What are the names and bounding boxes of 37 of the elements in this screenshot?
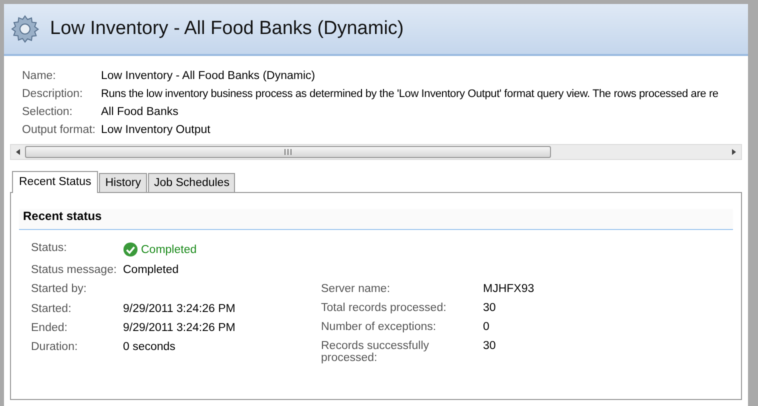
- tab[interactable]: Job Schedules: [148, 173, 236, 192]
- section-title: Recent status: [19, 209, 733, 230]
- field-label: Started by:: [31, 283, 88, 296]
- field-label: Number of exceptions:: [321, 321, 438, 333]
- status-value: Completed: [141, 244, 197, 256]
- field-label: Ended:: [31, 322, 68, 334]
- field-value: 9/29/2011 3:24:26 PM: [123, 322, 236, 334]
- tab[interactable]: Recent Status: [12, 171, 98, 193]
- field-value: Completed: [123, 264, 180, 276]
- field-label: Status message:: [31, 264, 118, 276]
- field-value: Runs the low inventory business process as determined by the 'Low Inventory Output' format query view. The rows processed are re: [101, 88, 720, 100]
- field-value: Low Inventory - All Food Banks (Dynamic): [101, 70, 316, 82]
- field-value: 0: [483, 321, 490, 333]
- field-label: Total records processed:: [321, 302, 448, 314]
- field-value: 30: [483, 340, 497, 354]
- field-label: Name:: [22, 70, 57, 82]
- tab[interactable]: History: [99, 173, 148, 192]
- field-label: Status:: [31, 242, 68, 256]
- scroll-thumb[interactable]: [25, 146, 551, 158]
- grip-icon: [284, 149, 292, 155]
- field-value: MJHFX93: [483, 283, 536, 295]
- field-value: 0 seconds: [123, 341, 176, 353]
- gear-icon: [10, 14, 40, 44]
- field-value: All Food Banks: [101, 106, 180, 118]
- check-icon: [123, 242, 138, 257]
- field-label: Started:: [31, 303, 72, 315]
- field-label: Description:: [22, 88, 84, 100]
- field-label: Duration:: [31, 341, 79, 353]
- horizontal-scrollbar[interactable]: [10, 144, 742, 160]
- field-label: Server name:: [321, 283, 392, 295]
- field-label: Output format:: [22, 124, 97, 136]
- field-value: Low Inventory Output: [101, 124, 212, 136]
- field-value: 30: [483, 302, 497, 314]
- window-title: Low Inventory - All Food Banks (Dynamic): [50, 18, 404, 40]
- field-label: Records successfully processed:: [321, 340, 430, 364]
- field-label: Selection:: [22, 106, 74, 118]
- field-value: 9/29/2011 3:24:26 PM: [123, 303, 236, 315]
